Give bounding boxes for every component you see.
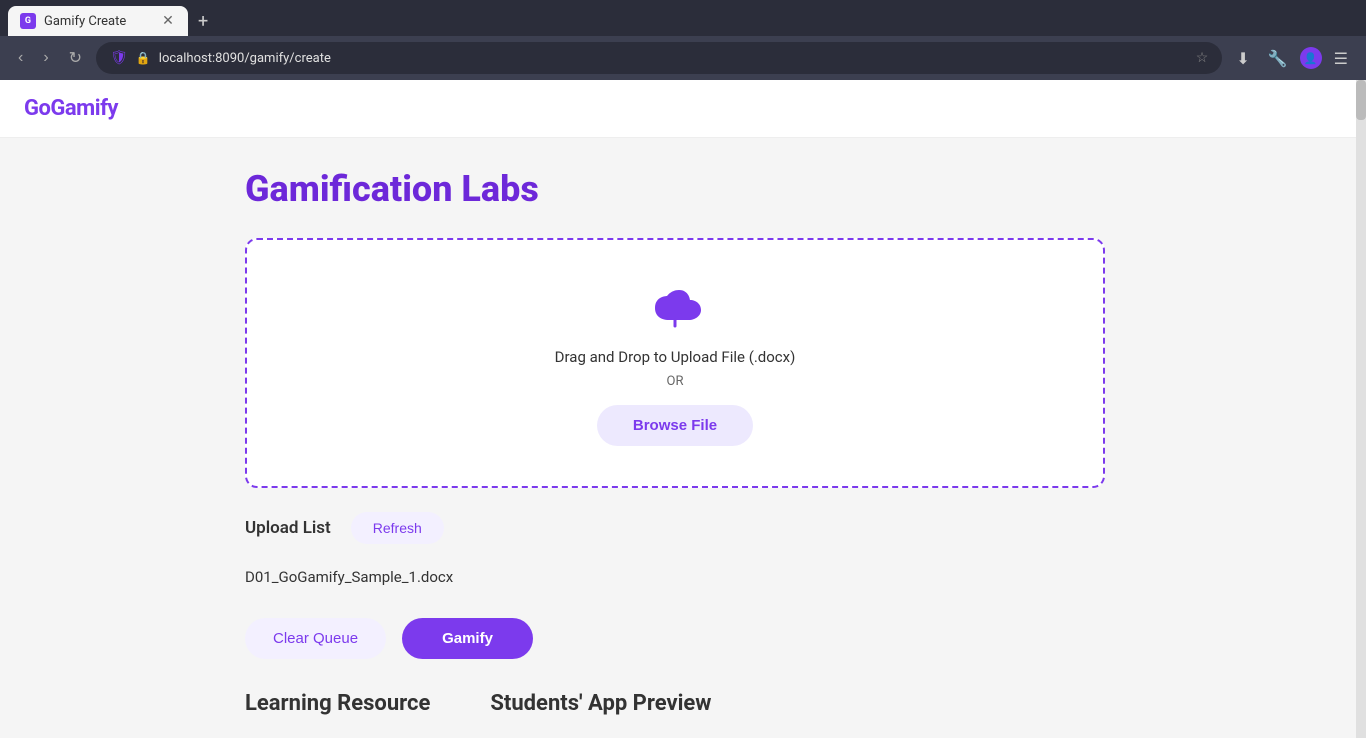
shield-icon: 🛡 <box>110 50 128 66</box>
upload-list-header: Upload List Refresh <box>245 512 1105 544</box>
gamify-button[interactable]: Gamify <box>402 618 533 659</box>
logo-text: GoGamify <box>24 96 118 121</box>
bookmark-icon[interactable]: ☆ <box>1196 50 1209 66</box>
drag-drop-text: Drag and Drop to Upload File (.docx) <box>267 348 1083 366</box>
logo-bar: GoGamify <box>0 80 1356 138</box>
file-item: D01_GoGamify_Sample_1.docx <box>245 560 1105 594</box>
learning-resource-section: Learning Resource <box>245 691 430 716</box>
scrollbar-track[interactable] <box>1356 80 1366 738</box>
tab-title: Gamify Create <box>44 14 126 29</box>
page-title: Gamification Labs <box>245 168 1316 210</box>
toolbar-right: ⬇ 🔧 👤 ☰ <box>1230 45 1354 72</box>
upload-list-section: Upload List Refresh D01_GoGamify_Sample_… <box>245 512 1105 716</box>
profile-icon[interactable]: 👤 <box>1300 47 1322 69</box>
content-layout: Gamification Labs Drag and Drop to Uploa… <box>0 138 1356 738</box>
scrollbar-thumb[interactable] <box>1356 80 1366 120</box>
learning-resource-title: Learning Resource <box>245 691 430 716</box>
students-app-section: Students' App Preview <box>490 691 711 716</box>
students-app-title: Students' App Preview <box>490 691 711 716</box>
action-buttons: Clear Queue Gamify <box>245 618 1105 659</box>
url-text: localhost:8090/gamify/create <box>159 51 1188 66</box>
download-icon[interactable]: ⬇ <box>1230 45 1255 72</box>
settings-icon[interactable]: 🔧 <box>1262 45 1294 72</box>
page-wrapper: GoGamify Gamification Labs Drag and Drop… <box>0 80 1366 738</box>
tab-favicon: G <box>20 13 36 29</box>
tab-close-button[interactable]: ✕ <box>160 13 176 29</box>
menu-icon[interactable]: ☰ <box>1328 45 1354 72</box>
upload-list-label: Upload List <box>245 518 331 538</box>
address-bar[interactable]: 🛡 🔒 localhost:8090/gamify/create ☆ <box>96 42 1222 74</box>
tab-bar: G Gamify Create ✕ + <box>0 0 1366 36</box>
bottom-section: Learning Resource Students' App Preview <box>245 691 1105 716</box>
clear-queue-button[interactable]: Clear Queue <box>245 618 386 659</box>
left-sidebar <box>0 138 205 738</box>
page-content: GoGamify Gamification Labs Drag and Drop… <box>0 80 1356 738</box>
forward-button[interactable]: › <box>37 45 54 71</box>
browse-file-button[interactable]: Browse File <box>597 405 753 446</box>
browser-toolbar: ‹ › ↻ 🛡 🔒 localhost:8090/gamify/create ☆… <box>0 36 1366 80</box>
main-area: Gamification Labs Drag and Drop to Uploa… <box>205 138 1356 738</box>
active-tab[interactable]: G Gamify Create ✕ <box>8 6 188 36</box>
or-text: OR <box>267 374 1083 389</box>
back-button[interactable]: ‹ <box>12 45 29 71</box>
lock-icon: 🔒 <box>136 51 151 65</box>
upload-zone[interactable]: Drag and Drop to Upload File (.docx) OR … <box>245 238 1105 488</box>
cloud-upload-icon <box>645 280 705 332</box>
refresh-button[interactable]: ↻ <box>63 44 88 72</box>
new-tab-button[interactable]: + <box>192 9 214 34</box>
browser-chrome: G Gamify Create ✕ + ‹ › ↻ 🛡 🔒 localhost:… <box>0 0 1366 80</box>
refresh-button[interactable]: Refresh <box>351 512 444 544</box>
